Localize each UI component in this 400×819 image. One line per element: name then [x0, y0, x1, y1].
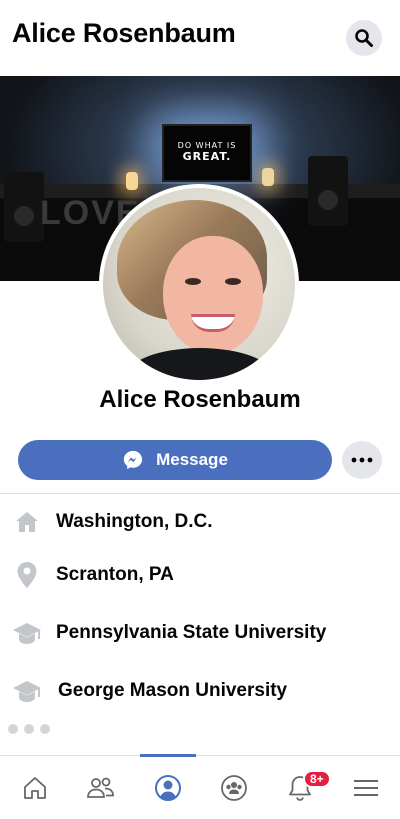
search-icon: [355, 29, 373, 47]
groups-icon: [221, 775, 247, 801]
profile-name: Alice Rosenbaum: [99, 386, 301, 413]
see-more-dots[interactable]: [8, 724, 50, 734]
avatar-photo: [103, 188, 295, 380]
detail-item-current-city[interactable]: Washington, D.C.: [0, 502, 400, 542]
more-options-button[interactable]: [342, 441, 382, 479]
section-divider: [0, 493, 400, 494]
search-button[interactable]: [346, 20, 382, 56]
cover-speaker: [308, 156, 348, 226]
home-icon: [24, 777, 46, 799]
messenger-icon: [123, 450, 143, 470]
detail-item-education-1[interactable]: Pennsylvania State University: [0, 613, 400, 653]
bottom-nav: 8+: [0, 754, 400, 819]
home-icon: [12, 507, 42, 537]
cover-speaker: [4, 172, 44, 242]
detail-label: Scranton, PA: [56, 564, 174, 585]
menu-icon: [354, 780, 378, 796]
cover-lamp: [126, 172, 138, 190]
notification-badge: 8+: [303, 770, 331, 788]
nav-notifications[interactable]: 8+: [267, 756, 333, 819]
nav-profile[interactable]: [135, 756, 201, 819]
location-pin-icon: [12, 560, 42, 590]
detail-item-education-2[interactable]: George Mason University: [0, 671, 400, 711]
profile-icon: [155, 775, 181, 801]
nav-menu[interactable]: [333, 756, 399, 819]
profile-avatar[interactable]: [99, 184, 299, 384]
message-button-label: Message: [156, 450, 228, 469]
graduation-cap-icon: [12, 676, 42, 706]
cover-monitor: DO WHAT IS GREAT.: [162, 124, 252, 182]
page-title: Alice Rosenbaum: [12, 18, 236, 48]
nav-groups[interactable]: [201, 756, 267, 819]
monitor-line-1: DO WHAT IS: [177, 141, 237, 150]
cover-lamp: [262, 168, 274, 186]
monitor-line-2: GREAT.: [182, 150, 232, 163]
top-header: Alice Rosenbaum: [0, 0, 400, 76]
nav-friends[interactable]: [68, 756, 134, 819]
nav-home[interactable]: [2, 756, 68, 819]
friends-icon: [87, 777, 114, 798]
graduation-cap-icon: [12, 618, 42, 648]
message-button[interactable]: Message: [18, 440, 332, 480]
more-horizontal-icon: [351, 457, 373, 463]
detail-label: Washington, D.C.: [56, 511, 213, 532]
detail-label: Pennsylvania State University: [56, 622, 327, 643]
detail-item-hometown[interactable]: Scranton, PA: [0, 555, 400, 595]
detail-label: George Mason University: [58, 680, 288, 701]
